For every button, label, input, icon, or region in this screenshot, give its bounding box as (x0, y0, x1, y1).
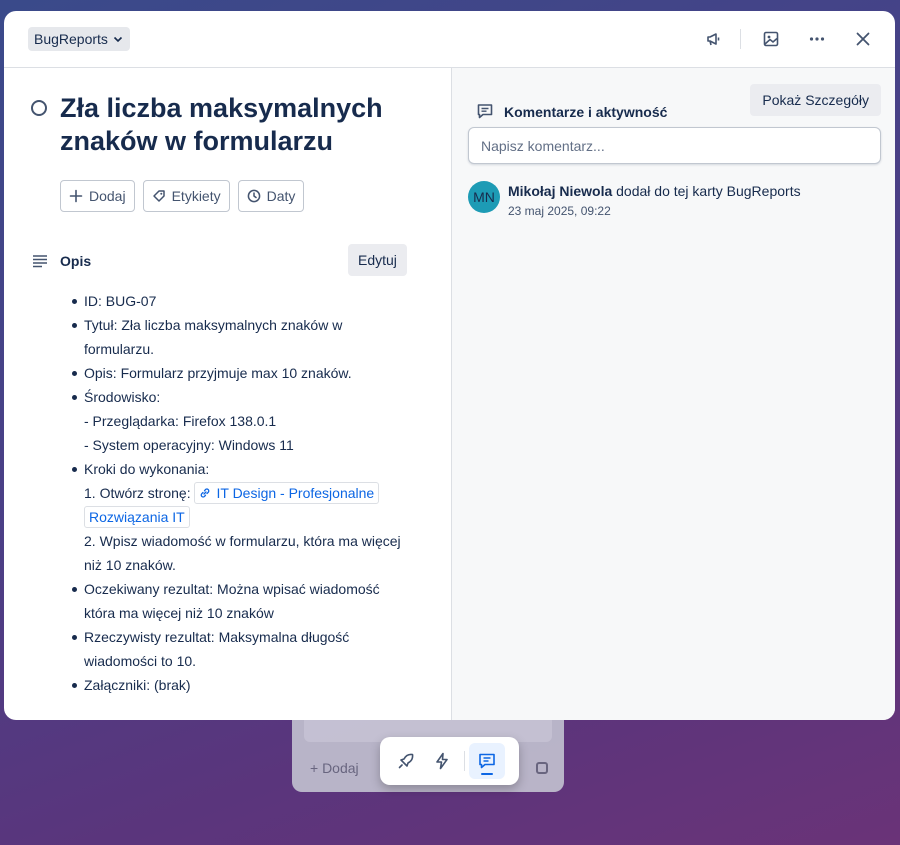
dates-label: Daty (266, 188, 296, 204)
megaphone-icon[interactable] (698, 25, 730, 53)
edit-description-button[interactable]: Edytuj (348, 244, 407, 276)
activity-panel: Komentarze i aktywność Pokaż Szczegóły N… (451, 68, 895, 720)
header-divider (740, 29, 741, 49)
toolbar-divider (464, 751, 465, 771)
dates-button[interactable]: Daty (237, 180, 305, 212)
plus-icon (69, 189, 83, 203)
image-icon[interactable] (755, 25, 787, 53)
comment-input[interactable]: Napisz komentarz... (468, 127, 881, 164)
card-detail-modal: BugReports Zła liczba maksymalnych znakó… (4, 11, 895, 720)
description-heading: Opis (60, 253, 92, 269)
labels-label: Etykiety (171, 188, 221, 204)
list-name: BugReports (34, 31, 108, 47)
rocket-icon (398, 753, 414, 769)
template-icon (536, 762, 548, 774)
activity-user[interactable]: Mikołaj Niewola (508, 183, 612, 199)
clock-icon (247, 189, 260, 203)
add-button[interactable]: Dodaj (60, 180, 135, 212)
tag-icon (152, 190, 165, 202)
list-item-sub: 1. Otwórz stronę: IT Design - Profesjona… (84, 481, 414, 529)
labels-button[interactable]: Etykiety (142, 180, 230, 212)
list-item: Opis: Formularz przyjmuje max 10 znaków. (72, 361, 414, 385)
lightning-icon (436, 752, 448, 770)
list-item-sub: - System operacyjny: Windows 11 (84, 437, 294, 453)
list-item: Oczekiwany rezultat: Można wpisać wiadom… (72, 577, 414, 625)
description-icon (33, 255, 47, 268)
activity-entry: Mikołaj Niewola dodał do tej karty BugRe… (508, 183, 801, 199)
list-item: Kroki do wykonania: (72, 457, 414, 481)
show-details-button[interactable]: Pokaż Szczegóły (750, 84, 881, 116)
list-selector[interactable]: BugReports (28, 27, 130, 51)
card-main-panel: Zła liczba maksymalnych znaków w formula… (4, 68, 451, 720)
modal-header: BugReports (4, 11, 895, 68)
list-item: ID: BUG-07 (72, 289, 414, 313)
list-item: Załączniki: (brak) (72, 673, 414, 697)
activity-title: Komentarze i aktywność (504, 104, 668, 120)
list-item: Tytuł: Zła liczba maksymalnych znaków w … (72, 313, 414, 361)
activity-text: dodał do tej karty BugReports (612, 183, 801, 199)
list-item: Rzeczywisty rezultat: Maksymalna długość… (72, 625, 414, 673)
comment-icon (479, 753, 495, 769)
bottom-toolbar (380, 737, 519, 785)
chevron-down-icon (113, 36, 123, 43)
add-label: Dodaj (89, 188, 126, 204)
list-item-sub: 2. Wpisz wiadomość w formularzu, która m… (84, 533, 401, 573)
automation-button[interactable] (424, 743, 460, 779)
complete-toggle[interactable] (31, 100, 47, 116)
comments-button[interactable] (469, 743, 505, 779)
avatar[interactable]: MN (468, 181, 500, 213)
close-icon[interactable] (847, 25, 879, 53)
card-title[interactable]: Zła liczba maksymalnych znaków w formula… (60, 92, 420, 158)
description-body[interactable]: ID: BUG-07 Tytuł: Zła liczba maksymalnyc… (72, 289, 414, 697)
more-icon[interactable] (801, 25, 833, 53)
activity-timestamp[interactable]: 23 maj 2025, 09:22 (508, 204, 611, 218)
comment-icon (477, 104, 493, 119)
step1-prefix: 1. Otwórz stronę: (84, 485, 195, 501)
rocket-button[interactable] (388, 743, 424, 779)
list-item-sub: - Przeglądarka: Firefox 138.0.1 (84, 413, 277, 429)
list-item: Środowisko: (72, 385, 414, 409)
background-add-card: + Dodaj (310, 760, 359, 776)
link-icon (201, 488, 210, 498)
